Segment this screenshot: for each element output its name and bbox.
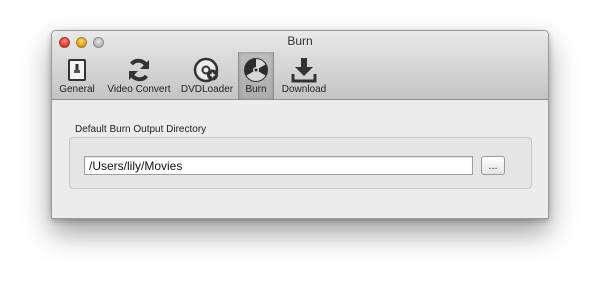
toolbar-item-download[interactable]: Download — [277, 52, 331, 99]
burn-icon — [244, 58, 268, 82]
output-directory-field[interactable] — [84, 156, 473, 175]
output-directory-label: Default Burn Output Directory — [75, 124, 207, 135]
download-icon — [291, 58, 317, 83]
toolbar-item-label: General — [59, 84, 95, 95]
toolbar-item-label: Video Convert — [107, 84, 171, 95]
titlebar-toolbar: Burn General Video Convert DVDLoader Bur… — [52, 31, 548, 100]
preferences-window: Burn General Video Convert DVDLoader Bur… — [51, 30, 549, 219]
toolbar-item-dvdloader[interactable]: DVDLoader — [179, 52, 235, 99]
toolbar-item-label: DVDLoader — [180, 84, 234, 95]
toolbar-item-burn[interactable]: Burn — [238, 52, 274, 99]
output-directory-group: ... — [69, 137, 532, 189]
refresh-icon — [129, 58, 149, 82]
browse-button[interactable]: ... — [481, 156, 505, 175]
disc-icon — [193, 57, 219, 83]
toolbar-item-label: Download — [281, 84, 327, 95]
toolbar-item-label: Burn — [245, 84, 267, 95]
window-title: Burn — [287, 34, 313, 48]
toolbar-item-general[interactable]: General — [55, 52, 99, 99]
page: Burn General Video Convert DVDLoader Bur… — [0, 0, 600, 289]
toolbar-item-video-convert[interactable]: Video Convert — [102, 52, 176, 99]
general-icon — [68, 59, 86, 81]
